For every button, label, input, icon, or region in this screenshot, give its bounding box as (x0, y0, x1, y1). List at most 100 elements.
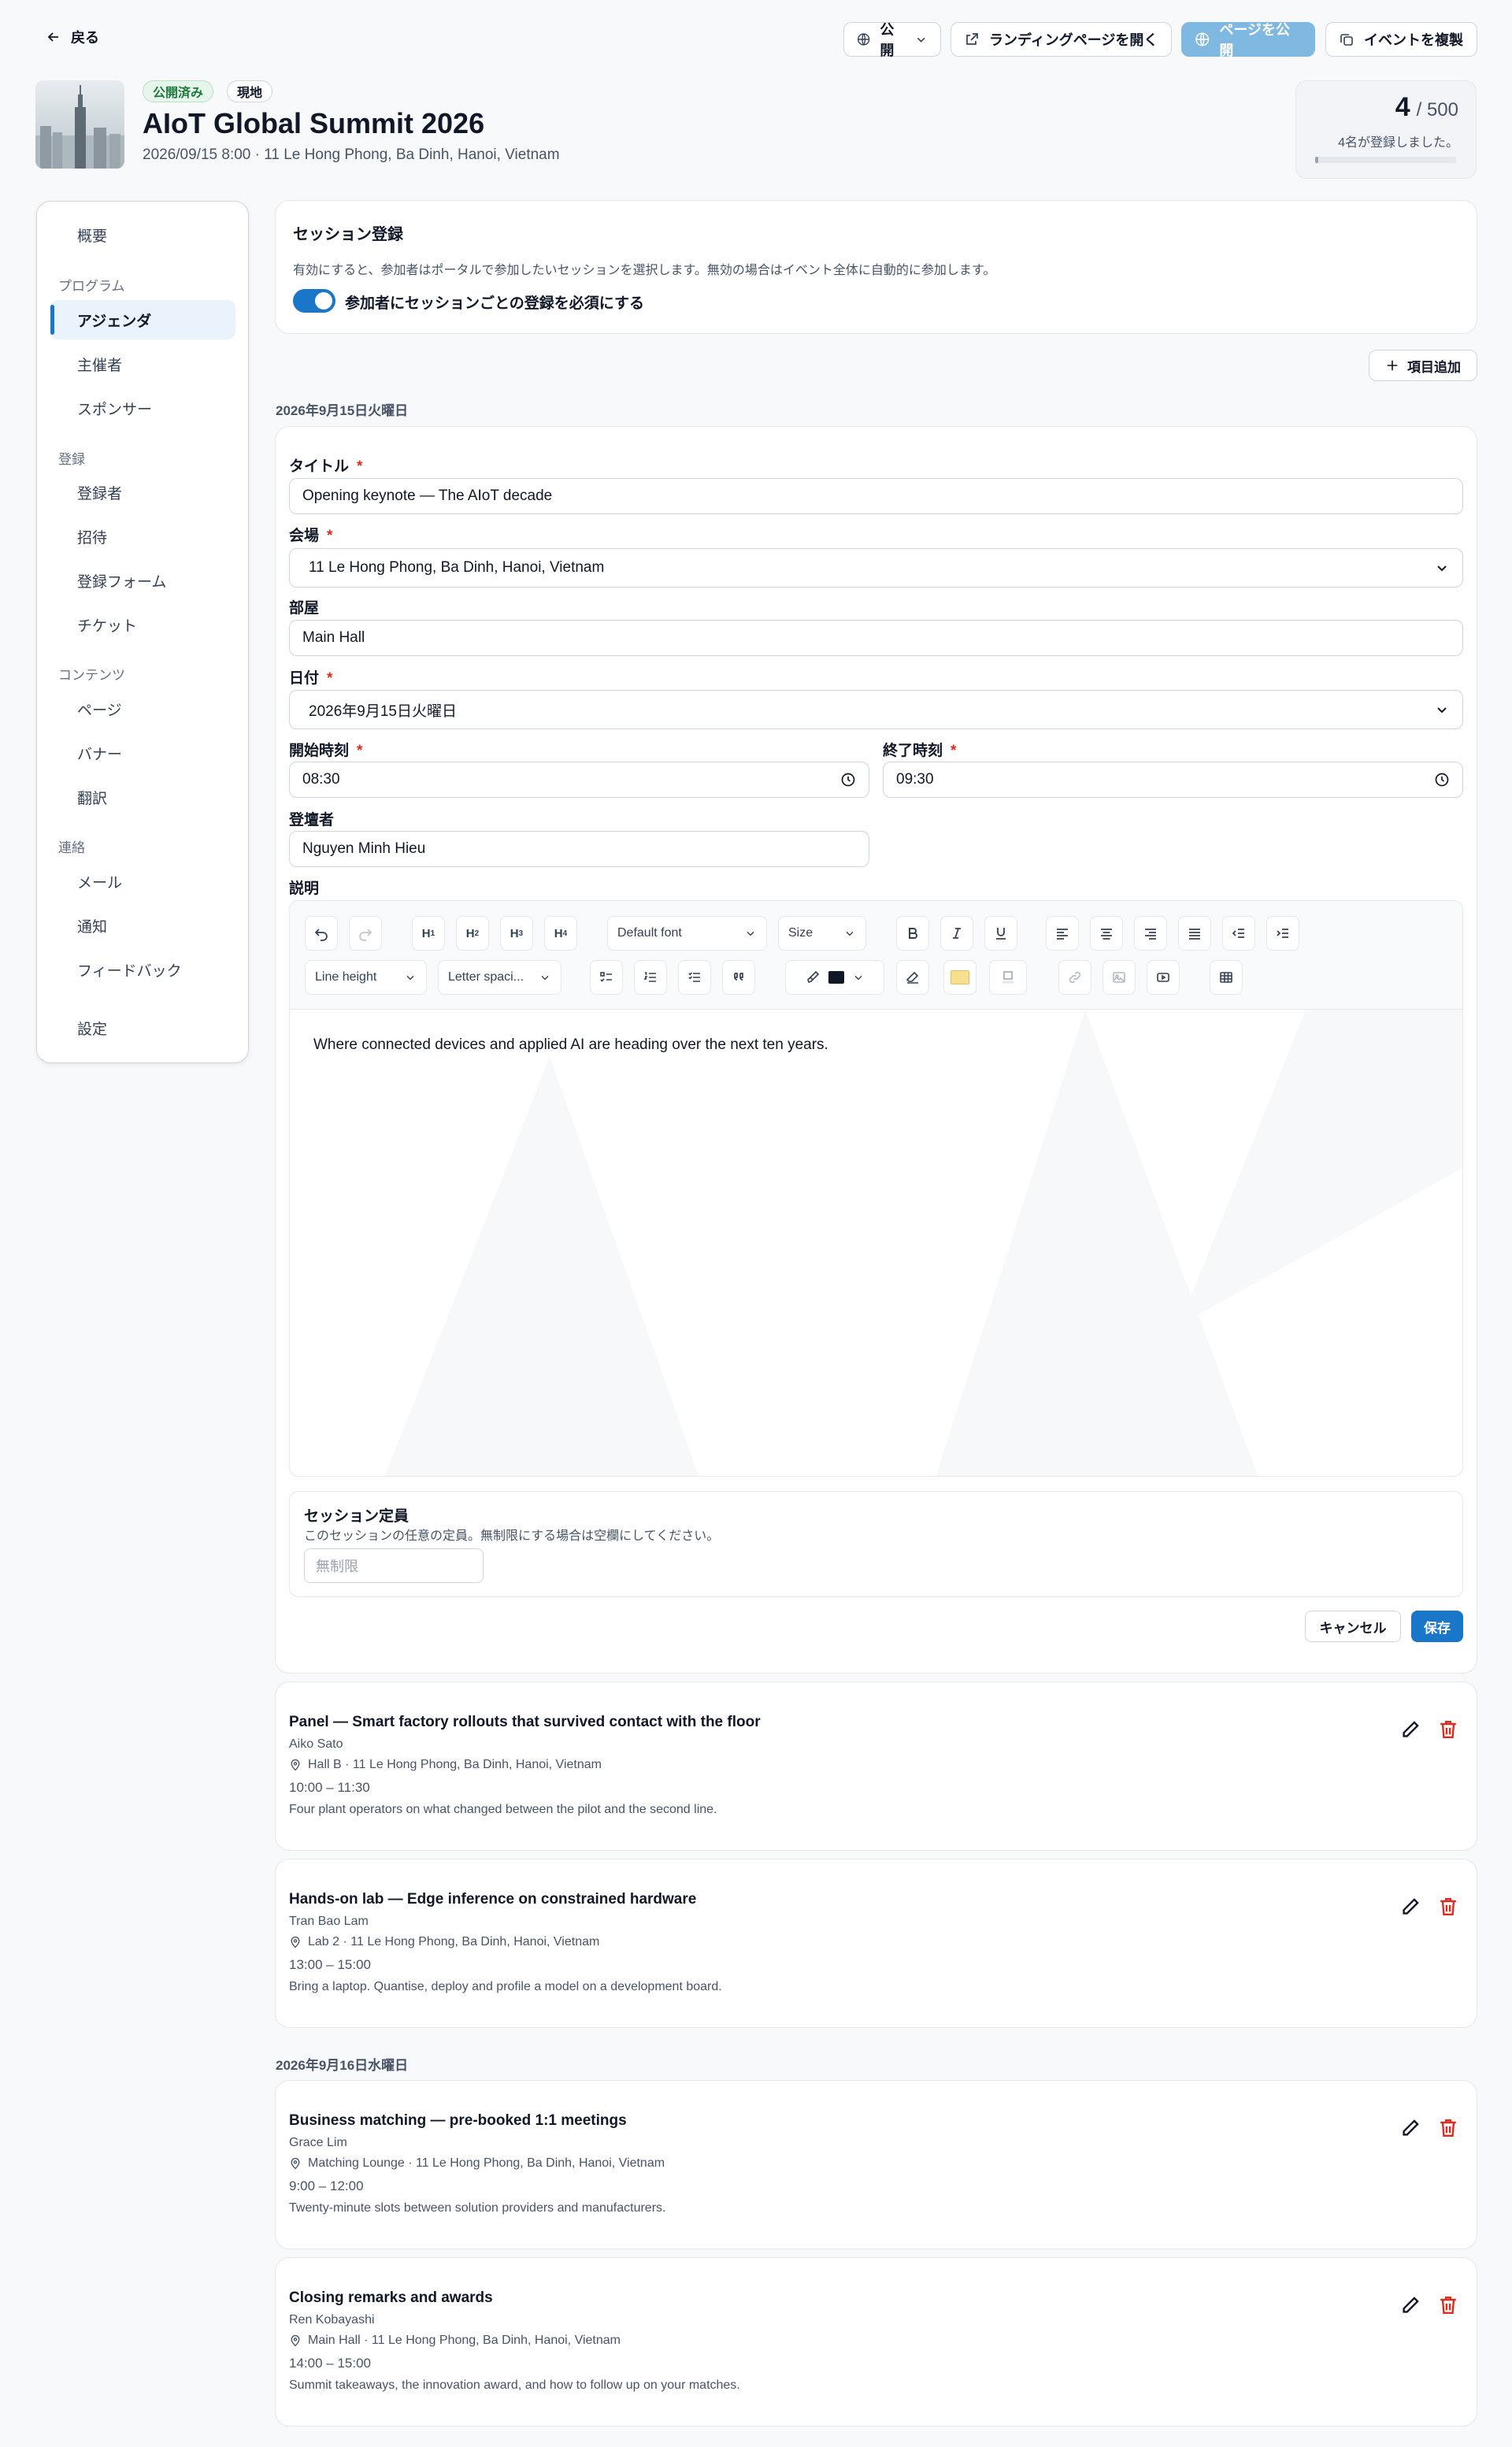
room-input[interactable]: Main Hall (289, 620, 1463, 656)
sidebar-item-registrants[interactable]: 登録者 (50, 473, 235, 512)
highlight-color-button[interactable] (943, 960, 976, 995)
chevron-down-icon (846, 931, 854, 936)
pencil-icon[interactable] (1399, 2294, 1421, 2316)
session-location-text: Hall B · 11 Le Hong Phong, Ba Dinh, Hano… (308, 1758, 602, 1771)
session-card[interactable]: Panel — Smart factory rollouts that surv… (275, 1681, 1477, 1851)
back-button[interactable]: 戻る (46, 27, 99, 47)
venue-select[interactable]: 11 Le Hong Phong, Ba Dinh, Hanoi, Vietna… (289, 548, 1463, 588)
trash-icon[interactable] (1437, 2294, 1459, 2316)
venue-label: 会場 * (289, 528, 333, 544)
bold-button[interactable] (896, 916, 929, 951)
sidebar-item-agenda[interactable]: アジェンダ (50, 300, 235, 339)
outdent-button[interactable] (1222, 916, 1255, 951)
sidebar-item-translations[interactable]: 翻訳 (50, 777, 235, 817)
eraser-icon (906, 971, 919, 984)
undo-button[interactable] (305, 916, 338, 951)
sidebar-item-label: フィードバック (77, 962, 182, 980)
visibility-select[interactable]: 公開 (843, 22, 941, 58)
sidebar-item-pages[interactable]: ページ (50, 689, 235, 729)
sidebar-item-email[interactable]: メール (50, 862, 235, 901)
open-landing-label: ランディングページを開く (989, 32, 1158, 48)
sidebar-item-overview[interactable]: 概要 (50, 215, 235, 254)
session-card[interactable]: Closing remarks and awards Ren Kobayashi… (275, 2257, 1477, 2427)
pencil-icon[interactable] (1399, 2117, 1421, 2139)
editor-content[interactable]: Where connected devices and applied AI a… (313, 1036, 828, 1054)
blockquote-button[interactable] (722, 960, 755, 995)
table-button[interactable] (1210, 960, 1243, 995)
clear-formatting-button[interactable] (896, 960, 929, 995)
sidebar-item-organizers[interactable]: 主催者 (50, 344, 235, 384)
session-time: 14:00 – 15:00 (289, 2356, 371, 2371)
duplicate-event-button[interactable]: イベントを複製 (1325, 22, 1477, 57)
indent-icon (1277, 929, 1288, 938)
arrow-left-icon (47, 32, 58, 42)
chevron-down-icon (1437, 565, 1447, 572)
save-button[interactable]: 保存 (1411, 1611, 1463, 1642)
heading-2-button[interactable]: H2 (456, 916, 489, 951)
bullet-list-icon (688, 972, 700, 982)
title-input[interactable]: Opening keynote — The AIoT decade (289, 478, 1463, 514)
session-location: Lab 2 · 11 Le Hong Phong, Ba Dinh, Hanoi… (289, 1935, 599, 1949)
heading-1-button[interactable]: H1 (412, 916, 445, 951)
start-time-value: 08:30 (302, 771, 340, 788)
indent-button[interactable] (1266, 916, 1299, 951)
publish-page-button[interactable]: ページを公開 (1181, 22, 1315, 58)
background-color-button[interactable] (989, 960, 1027, 995)
image-button[interactable] (1102, 960, 1136, 995)
sidebar-item-banners[interactable]: バナー (50, 733, 235, 773)
start-time-input[interactable]: 08:30 (289, 762, 869, 798)
heading-4-button[interactable]: H4 (544, 916, 577, 951)
font-size-value: Size (788, 926, 813, 940)
sidebar-item-settings[interactable]: 設定 (50, 1008, 235, 1047)
sidebar-item-label: メール (77, 874, 123, 892)
video-button[interactable] (1147, 960, 1180, 995)
quote-icon (734, 973, 743, 981)
align-right-button[interactable] (1134, 916, 1167, 951)
trash-icon[interactable] (1437, 1896, 1459, 1918)
sidebar-item-label: 通知 (77, 918, 108, 936)
trash-icon[interactable] (1437, 1718, 1459, 1741)
cancel-button[interactable]: キャンセル (1305, 1611, 1401, 1642)
align-justify-button[interactable] (1178, 916, 1211, 951)
clock-icon[interactable] (1434, 772, 1450, 788)
session-registration-toggle[interactable] (293, 289, 335, 313)
sidebar-item-registration-form[interactable]: 登録フォーム (50, 561, 235, 600)
sidebar-item-tickets[interactable]: チケット (50, 605, 235, 644)
redo-button[interactable] (349, 916, 382, 951)
session-card[interactable]: Business matching — pre-booked 1:1 meeti… (275, 2080, 1477, 2249)
pencil-icon[interactable] (1399, 1896, 1421, 1918)
sidebar-item-sponsors[interactable]: スポンサー (50, 388, 235, 428)
session-capacity-input[interactable]: 無制限 (304, 1548, 484, 1583)
font-size-select[interactable]: Size (778, 916, 866, 951)
table-icon (1220, 972, 1232, 983)
line-height-select[interactable]: Line height (305, 960, 427, 995)
font-family-select[interactable]: Default font (607, 916, 767, 951)
session-card[interactable]: Hands-on lab — Edge inference on constra… (275, 1859, 1477, 2028)
bullet-list-button[interactable] (678, 960, 711, 995)
align-left-button[interactable] (1046, 916, 1079, 951)
heading-3-button[interactable]: H3 (500, 916, 533, 951)
clock-icon[interactable] (840, 772, 856, 788)
session-location: Matching Lounge · 11 Le Hong Phong, Ba D… (289, 2156, 665, 2171)
text-color-select[interactable] (785, 960, 884, 995)
sidebar-item-feedback[interactable]: フィードバック (50, 950, 235, 989)
skyline-image (35, 85, 124, 169)
end-time-input[interactable]: 09:30 (883, 762, 1463, 798)
pencil-icon[interactable] (1399, 1718, 1421, 1741)
sidebar-item-invitations[interactable]: 招待 (50, 517, 235, 556)
date-select[interactable]: 2026年9月15日火曜日 (289, 690, 1463, 729)
align-center-button[interactable] (1090, 916, 1123, 951)
task-list-button[interactable] (590, 960, 623, 995)
open-landing-page-button[interactable]: ランディングページを開く (951, 22, 1172, 57)
ordered-list-button[interactable] (634, 960, 667, 995)
underline-button[interactable] (984, 916, 1017, 951)
letter-spacing-select[interactable]: Letter spaci... (438, 960, 561, 995)
sidebar-item-notifications[interactable]: 通知 (50, 906, 235, 945)
italic-button[interactable] (940, 916, 973, 951)
sidebar-section-communication: 連絡 (58, 840, 85, 855)
link-button[interactable] (1058, 960, 1091, 995)
add-item-button[interactable]: 項目追加 (1369, 350, 1477, 381)
speaker-input[interactable]: Nguyen Minh Hieu (289, 831, 869, 867)
session-capacity-panel: セッション定員 このセッションの任意の定員。無制限にする場合は空欄にしてください… (289, 1491, 1463, 1597)
trash-icon[interactable] (1437, 2117, 1459, 2139)
